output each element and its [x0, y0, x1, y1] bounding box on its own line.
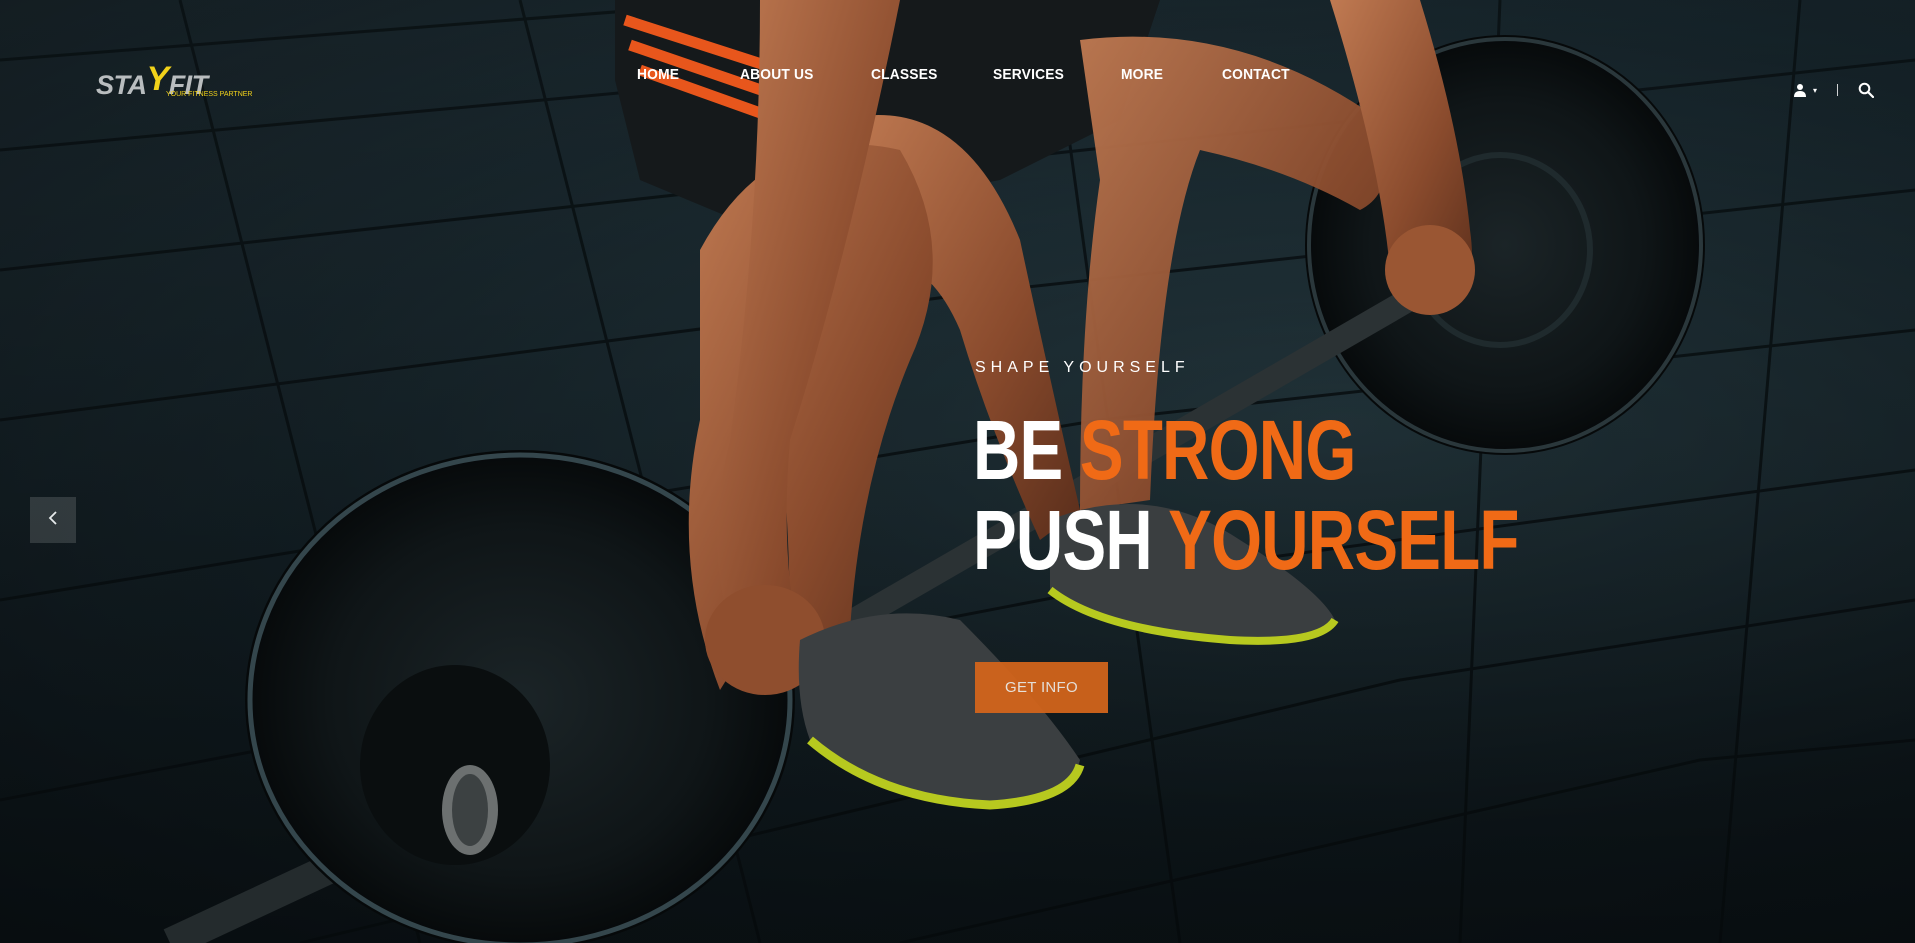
- headline-word-push: PUSH: [973, 493, 1153, 587]
- logo-tagline: YOUR FITNESS PARTNER: [166, 91, 253, 98]
- hero-headline-line-2: PUSH YOURSELF: [973, 495, 1519, 585]
- caret-down-icon[interactable]: ▾: [1813, 86, 1817, 95]
- nav-item-contact[interactable]: CONTACT: [1222, 66, 1290, 83]
- header-divider: [1837, 84, 1839, 96]
- headline-word-be: BE: [973, 403, 1063, 497]
- chevron-left-icon: [47, 510, 59, 531]
- nav-item-more[interactable]: MORE: [1121, 66, 1163, 83]
- nav-item-services[interactable]: SERVICES: [993, 66, 1064, 83]
- header-actions: ▾: [1793, 82, 1875, 99]
- slider-prev-button[interactable]: [30, 497, 76, 543]
- get-info-button[interactable]: GET INFO: [975, 662, 1108, 713]
- nav-item-home[interactable]: HOME: [637, 66, 679, 83]
- hero-eyebrow: SHAPE YOURSELF: [975, 359, 1190, 376]
- hero-slider: STAYFIT YOUR FITNESS PARTNER HOME ABOUT …: [0, 0, 1915, 943]
- nav-item-classes[interactable]: CLASSES: [871, 66, 937, 83]
- hero-background-image: [0, 0, 1915, 943]
- search-icon[interactable]: [1858, 82, 1875, 99]
- site-logo[interactable]: STAYFIT YOUR FITNESS PARTNER: [96, 58, 252, 104]
- logo-text-sta: STA: [96, 70, 147, 100]
- hero-headline-line-1: BE STRONG: [973, 405, 1356, 495]
- headline-word-strong: STRONG: [1079, 403, 1356, 497]
- nav-item-about-us[interactable]: ABOUT US: [740, 66, 814, 83]
- user-icon[interactable]: [1793, 83, 1807, 97]
- headline-word-yourself: YOURSELF: [1168, 493, 1519, 587]
